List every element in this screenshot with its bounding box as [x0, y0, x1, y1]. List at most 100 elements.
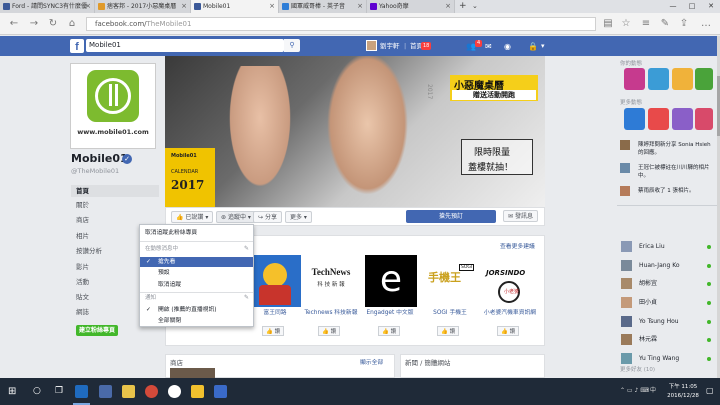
notes-icon[interactable]: ✎ — [659, 18, 671, 30]
tab-mobile01[interactable]: Mobile01 × — [191, 0, 279, 13]
chat-contact[interactable]: 胡彬宜 — [617, 275, 717, 292]
page-title[interactable]: Mobile01 — [71, 152, 128, 165]
more-icon[interactable]: … — [700, 18, 712, 30]
ticker-item[interactable]: 陳婷拜問新分享 Sonia Hsieh 的回應。 — [638, 141, 713, 157]
tray-icons[interactable]: ⌃ ▭ ♪ ⌨ — [620, 386, 649, 395]
menu-see-first[interactable]: ✓ 搶先看 — [140, 257, 253, 267]
app-icon[interactable] — [214, 385, 227, 398]
maximize-button[interactable]: □ — [683, 0, 701, 13]
more-button[interactable]: 更多 ▾ — [285, 211, 312, 223]
privacy-icon[interactable]: 🔒 — [528, 42, 538, 51]
brand-logo-sogi[interactable]: 手機王 SOGI — [425, 255, 477, 307]
brand-logo-fuwang[interactable] — [249, 255, 301, 307]
brand-name-technews[interactable]: Technews 科技新報 — [301, 310, 361, 317]
nav-shop[interactable]: 商店 — [76, 215, 89, 225]
story-thumb[interactable] — [624, 68, 645, 90]
brand-logo-technews[interactable]: TechNews 科 技 新 報 — [305, 255, 357, 307]
home-icon[interactable]: ⌂ — [66, 18, 78, 30]
share-icon[interactable]: ⇪ — [678, 18, 690, 30]
menu-notifications-on[interactable]: ✓ 開啟 (推薦的直播視訊) — [140, 305, 253, 315]
minimize-button[interactable]: — — [664, 0, 682, 13]
tab-pixnet[interactable]: 痞客邦 - 2017小惡魔桌曆 × — [95, 0, 191, 13]
forward-icon[interactable]: → — [28, 18, 40, 30]
new-tab-button[interactable]: + — [459, 1, 467, 12]
page-handle[interactable]: @TheMobile01 — [71, 167, 119, 175]
chat-contact[interactable]: Yu Ting Wang — [617, 350, 717, 367]
like-button-jorsindo[interactable]: 👍 讚 — [497, 326, 520, 336]
close-icon[interactable]: × — [445, 0, 451, 13]
facebook-logo-icon[interactable]: f — [70, 39, 84, 53]
tab-ford[interactable]: Ford - 請問SYNC3有什麼優 × — [0, 0, 95, 13]
avatar[interactable] — [366, 40, 377, 51]
nav-home[interactable]: 首頁 — [71, 185, 159, 197]
tab-yahoo[interactable]: Yahoo奇摩 × — [367, 0, 455, 13]
chat-contact[interactable]: 林元霖 — [617, 331, 717, 348]
like-button-fuwang[interactable]: 👍 讚 — [262, 326, 285, 336]
story-thumb[interactable] — [695, 68, 713, 90]
close-icon[interactable]: × — [181, 0, 187, 13]
message-button[interactable]: ✉ 發訊息 — [503, 210, 538, 222]
search-icon[interactable]: ○ — [33, 386, 41, 397]
nav-posts[interactable]: 貼文 — [76, 292, 89, 302]
brand-name-sogi[interactable]: SOGI 手機王 — [420, 310, 480, 317]
nav-videos[interactable]: 影片 — [76, 262, 89, 272]
search-icon[interactable]: ⚲ — [284, 39, 300, 52]
ticker-item[interactable]: 蔡雨辰收了 1 張相片。 — [638, 187, 713, 195]
create-page-button[interactable]: 建立粉絲專頁 — [76, 325, 119, 336]
address-bar[interactable]: facebook.com/TheMobile01 — [86, 17, 596, 31]
like-button-technews[interactable]: 👍 讚 — [318, 326, 341, 336]
chat-contact[interactable]: Yo Tsung Hou — [617, 313, 717, 330]
folder-icon[interactable] — [122, 385, 135, 398]
tab-news[interactable]: 國軍威哥棒 - 英子音 × — [279, 0, 367, 13]
story-thumb[interactable] — [672, 108, 693, 130]
clock-time[interactable]: 下午 11:05 — [664, 383, 702, 391]
story-thumb[interactable] — [624, 108, 645, 130]
page-profile-picture[interactable]: www.mobile01.com — [70, 63, 156, 149]
menu-unfollow[interactable]: 取消追蹤 — [140, 280, 253, 290]
menu-unfollow-page[interactable]: 取消追蹤此粉絲專頁 — [140, 228, 253, 238]
brand-logo-engadget[interactable]: e — [365, 255, 417, 307]
chat-contact[interactable]: Erica Liu — [617, 238, 717, 255]
see-more-link[interactable]: 查看更多建議 — [500, 241, 535, 250]
app-icon[interactable] — [168, 385, 181, 398]
shop-product-image[interactable] — [170, 368, 215, 378]
shop-see-all-link[interactable]: 顯示全部 — [360, 357, 383, 366]
story-thumb[interactable] — [695, 108, 713, 130]
ticker-item[interactable]: 王冠仁被標註在川川驛的相片中。 — [638, 164, 713, 180]
back-icon[interactable]: ← — [8, 18, 20, 30]
action-center-icon[interactable]: ▢ — [706, 384, 716, 398]
chrome-icon[interactable] — [145, 385, 158, 398]
notifications-icon[interactable]: ◉ — [504, 42, 511, 51]
close-icon[interactable]: × — [357, 0, 363, 13]
facebook-search-input[interactable]: Mobile01 — [86, 39, 284, 52]
nav-events[interactable]: 活動 — [76, 277, 89, 287]
chat-contact[interactable]: Huan-Jang Ko — [617, 257, 717, 274]
close-icon[interactable]: × — [269, 0, 275, 13]
close-icon[interactable]: × — [85, 0, 91, 13]
clock-date[interactable]: 2016/12/28 — [664, 392, 702, 400]
pre-order-button[interactable]: 搶先預訂 — [406, 210, 496, 223]
story-thumb[interactable] — [672, 68, 693, 90]
news-heading[interactable]: 新聞 / 簡體網站 — [405, 357, 450, 367]
edit-pencil-icon[interactable]: ✎ — [244, 245, 249, 252]
refresh-icon[interactable]: ↻ — [47, 18, 59, 30]
reading-view-icon[interactable]: ▤ — [602, 18, 614, 30]
input-language[interactable]: 中 — [650, 386, 656, 395]
like-button-sogi[interactable]: 👍 讚 — [437, 326, 460, 336]
brand-name-fuwang[interactable]: 富王同路 — [245, 310, 305, 317]
edit-pencil-icon[interactable]: ✎ — [244, 294, 249, 301]
nav-about[interactable]: 關於 — [76, 200, 89, 210]
messages-icon[interactable]: ✉ — [485, 42, 492, 51]
nav-insights[interactable]: 按讚分析 — [76, 246, 102, 256]
windows-start-icon[interactable]: ⊞ — [8, 386, 19, 397]
app-icon[interactable] — [191, 385, 204, 398]
menu-all-off[interactable]: 全部關閉 — [140, 316, 253, 326]
more-friends-label[interactable]: 更多好友 (10) — [620, 367, 655, 374]
share-button[interactable]: ↪ 分享 — [253, 211, 282, 223]
nav-notes[interactable]: 網誌 — [76, 307, 89, 317]
brand-logo-jorsindo[interactable]: JORSINDO 小老婆 — [484, 255, 536, 307]
account-menu-icon[interactable]: ▾ — [541, 42, 545, 51]
chat-contact[interactable]: 田小貞 — [617, 294, 717, 311]
hub-icon[interactable]: ≡ — [640, 18, 652, 30]
favorite-star-icon[interactable]: ☆ — [620, 18, 632, 30]
